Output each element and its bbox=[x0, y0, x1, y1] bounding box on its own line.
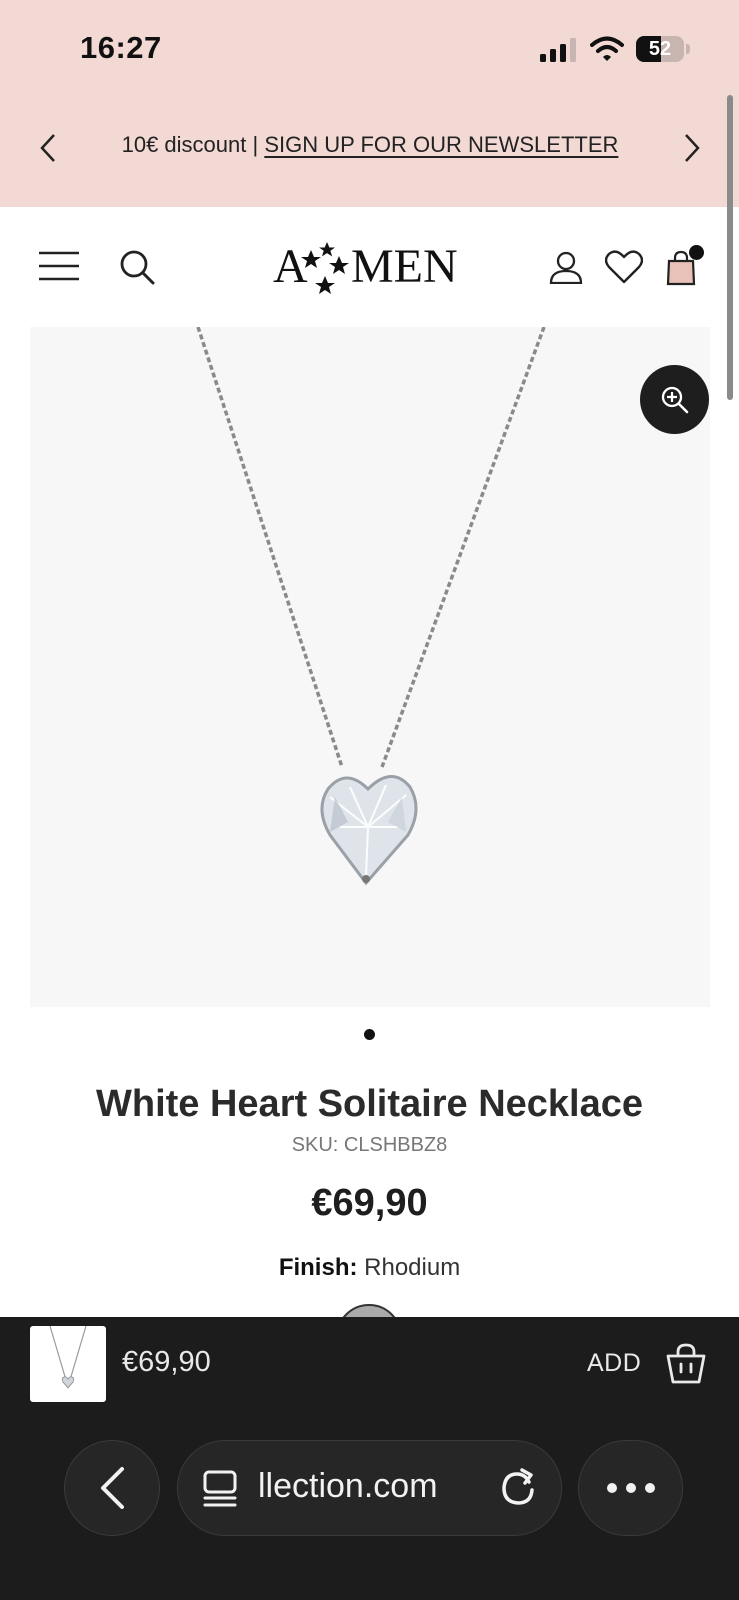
chevron-left-icon bbox=[101, 1467, 124, 1509]
product-sku: SKU: CLSHBBZ8 bbox=[291, 1134, 448, 1156]
search-button[interactable] bbox=[116, 246, 158, 288]
account-button[interactable] bbox=[548, 248, 584, 286]
battery-icon: 52 bbox=[636, 36, 690, 62]
brand-logo[interactable]: A MEN bbox=[269, 232, 469, 300]
menu-button[interactable] bbox=[36, 246, 82, 286]
search-icon bbox=[120, 250, 155, 285]
chevron-left-icon bbox=[40, 134, 55, 162]
necklace-image bbox=[196, 327, 546, 886]
browser-back-button[interactable] bbox=[64, 1440, 160, 1536]
user-icon bbox=[549, 251, 583, 284]
reload-icon[interactable] bbox=[498, 1466, 538, 1510]
cart-indicator-badge bbox=[689, 245, 704, 260]
finish-value: Rhodium bbox=[364, 1254, 461, 1281]
sticky-price: €69,90 bbox=[122, 1346, 211, 1378]
more-dots-icon bbox=[606, 1483, 655, 1493]
address-bar[interactable]: llection.com bbox=[177, 1440, 562, 1536]
promo-next-button[interactable] bbox=[672, 128, 712, 168]
heart-icon bbox=[605, 250, 643, 284]
page-scrollbar[interactable] bbox=[727, 95, 733, 400]
promo-message[interactable]: 10€ discount | SIGN UP FOR OUR NEWSLETTE… bbox=[80, 132, 660, 158]
cellular-signal-icon bbox=[540, 38, 576, 62]
product-thumbnail bbox=[30, 1326, 106, 1402]
browser-more-button[interactable] bbox=[578, 1440, 683, 1536]
finish-label: Finish: Rhodium bbox=[0, 1254, 739, 1282]
promo-prev-button[interactable] bbox=[28, 128, 68, 168]
product-image[interactable] bbox=[30, 327, 710, 1007]
add-to-cart-button[interactable]: ADD bbox=[587, 1349, 641, 1378]
product-title: White Heart Solitaire Necklace bbox=[96, 1083, 643, 1125]
reader-tabs-icon bbox=[203, 1470, 237, 1507]
product-price: €69,90 bbox=[311, 1182, 428, 1224]
add-to-bag-icon[interactable] bbox=[664, 1342, 708, 1386]
svg-text:MEN: MEN bbox=[351, 240, 458, 293]
url-text: llection.com bbox=[258, 1467, 438, 1505]
wifi-icon bbox=[590, 36, 624, 61]
hamburger-icon bbox=[39, 251, 79, 281]
status-time: 16:27 bbox=[80, 30, 162, 65]
chevron-right-icon bbox=[685, 134, 700, 162]
necklace-thumbnail-image bbox=[49, 1326, 87, 1389]
zoom-button[interactable] bbox=[640, 365, 709, 434]
promo-discount-text: 10€ discount | bbox=[121, 132, 265, 157]
gallery-dot-active[interactable] bbox=[364, 1029, 375, 1040]
svg-text:A: A bbox=[273, 240, 308, 293]
zoom-in-icon bbox=[661, 386, 688, 413]
battery-level: 52 bbox=[648, 38, 672, 60]
finish-label-key: Finish: bbox=[278, 1254, 358, 1281]
wishlist-button[interactable] bbox=[604, 248, 644, 286]
newsletter-link[interactable]: SIGN UP FOR OUR NEWSLETTER bbox=[264, 132, 618, 157]
